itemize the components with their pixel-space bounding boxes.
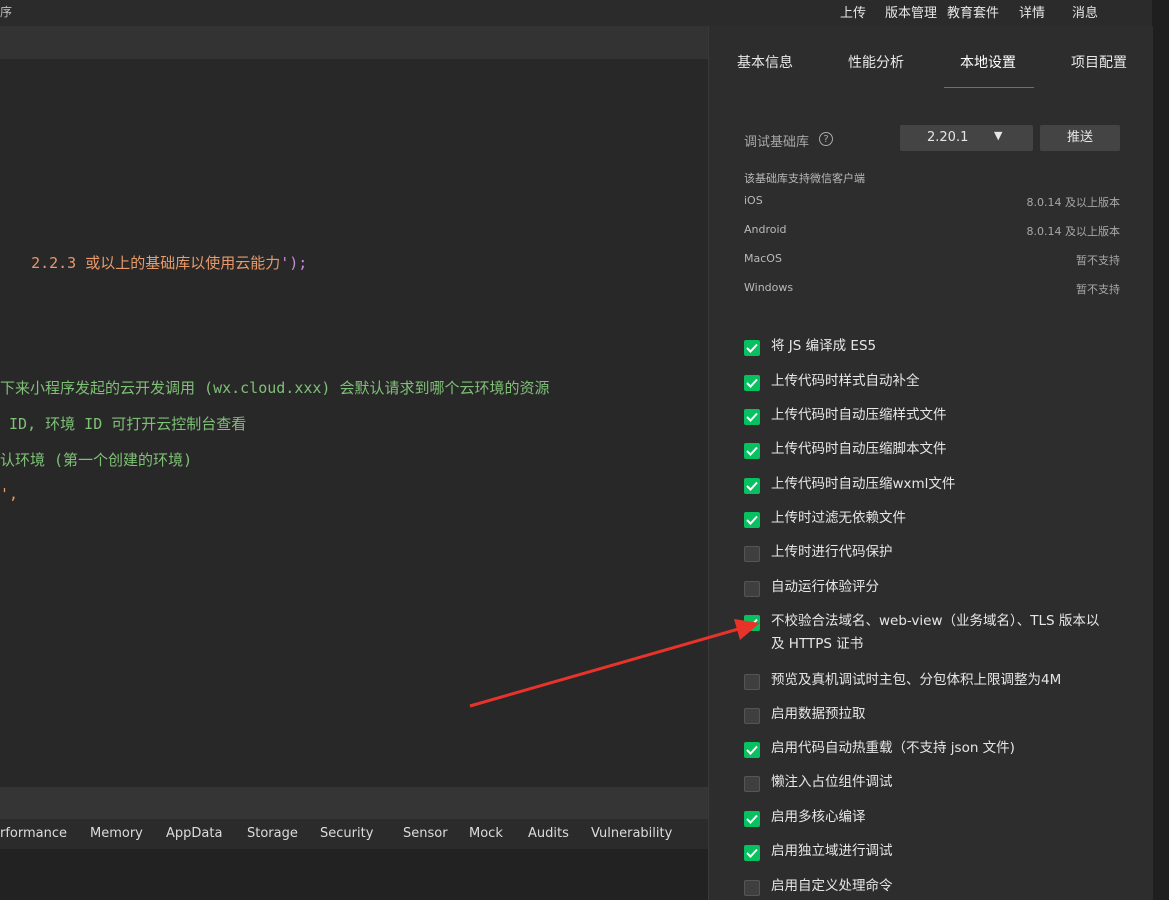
- tab-project-config[interactable]: 项目配置: [1071, 52, 1127, 72]
- platform-label: MacOS: [744, 252, 782, 265]
- option-checkbox[interactable]: [744, 880, 760, 896]
- code-editor[interactable]: [0, 26, 708, 787]
- option-checkbox[interactable]: [744, 674, 760, 690]
- app-title-fragment: 序: [0, 5, 13, 19]
- check-icon: [746, 745, 758, 755]
- code-line: 认环境 (第一个创建的环境): [0, 451, 193, 469]
- option-checkbox[interactable]: [744, 409, 760, 425]
- option-label[interactable]: 上传时过滤无依赖文件: [771, 507, 1101, 530]
- check-icon: [746, 848, 758, 858]
- option-label[interactable]: 不校验合法域名、web-view（业务域名）、TLS 版本以及 HTTPS 证书: [771, 610, 1101, 656]
- tab-local-settings[interactable]: 本地设置: [960, 52, 1016, 72]
- option-checkbox[interactable]: [744, 546, 760, 562]
- window-edge: [1152, 0, 1169, 900]
- option-label[interactable]: 启用独立域进行调试: [771, 840, 1101, 863]
- code-line: ',: [0, 485, 19, 503]
- tab-performance-analysis[interactable]: 性能分析: [848, 52, 904, 72]
- tab-audits[interactable]: Audits: [528, 826, 569, 841]
- code-line: ID, 环境 ID 可打开云控制台查看: [0, 415, 247, 433]
- check-icon: [746, 446, 758, 456]
- option-checkbox[interactable]: [744, 478, 760, 494]
- code-line: 2.2.3 或以上的基础库以使用云能力');: [31, 254, 308, 272]
- option-checkbox[interactable]: [744, 340, 760, 356]
- option-label[interactable]: 上传代码时自动压缩wxml文件: [771, 473, 1101, 496]
- option-checkbox[interactable]: [744, 811, 760, 827]
- code-line: 下来小程序发起的云开发调用 (wx.cloud.xxx) 会默认请求到哪个云环境…: [0, 379, 550, 397]
- check-icon: [746, 515, 758, 525]
- option-label[interactable]: 自动运行体验评分: [771, 576, 1101, 599]
- option-checkbox[interactable]: [744, 375, 760, 391]
- option-label[interactable]: 懒注入占位组件调试: [771, 771, 1101, 794]
- option-label[interactable]: 启用代码自动热重载（不支持 json 文件): [771, 737, 1101, 760]
- platform-support-value: 8.0.14 及以上版本: [1026, 196, 1120, 209]
- platform-support-value: 8.0.14 及以上版本: [1026, 225, 1120, 238]
- option-checkbox[interactable]: [744, 776, 760, 792]
- option-label[interactable]: 上传代码时自动压缩脚本文件: [771, 438, 1101, 461]
- option-checkbox[interactable]: [744, 708, 760, 724]
- upload-button[interactable]: 上传: [840, 2, 866, 21]
- platform-label: iOS: [744, 194, 763, 207]
- tab-performance[interactable]: rformance: [0, 826, 67, 841]
- tab-appdata[interactable]: AppData: [166, 826, 222, 841]
- tab-security[interactable]: Security: [320, 826, 373, 841]
- tab-mock[interactable]: Mock: [469, 826, 503, 841]
- check-icon: [746, 481, 758, 491]
- chevron-down-icon: ▼: [994, 129, 1003, 142]
- option-label[interactable]: 上传代码时样式自动补全: [771, 370, 1101, 393]
- platform-label: Windows: [744, 281, 794, 294]
- option-label[interactable]: 上传时进行代码保护: [771, 541, 1101, 564]
- option-checkbox[interactable]: [744, 512, 760, 528]
- option-label[interactable]: 预览及真机调试时主包、分包体积上限调整为4M: [771, 669, 1101, 692]
- debug-lib-label: 调试基础库: [744, 135, 810, 150]
- editor-tab-bar: [0, 26, 708, 59]
- version-manage-button[interactable]: 版本管理: [885, 2, 937, 21]
- active-tab-indicator: [944, 87, 1034, 88]
- check-icon: [746, 412, 758, 422]
- messages-button[interactable]: 消息: [1072, 2, 1098, 21]
- option-checkbox[interactable]: [744, 443, 760, 459]
- check-icon: [746, 378, 758, 388]
- option-checkbox[interactable]: [744, 742, 760, 758]
- tab-sensor[interactable]: Sensor: [403, 826, 448, 841]
- education-kit-button[interactable]: 教育套件: [947, 2, 999, 21]
- platform-support-value: 暂不支持: [1076, 283, 1120, 296]
- tab-storage[interactable]: Storage: [247, 826, 298, 841]
- version-select[interactable]: 2.20.1 ▼: [900, 125, 1033, 151]
- platform-label: Android: [744, 223, 787, 236]
- option-label[interactable]: 启用多核心编译: [771, 806, 1101, 829]
- devtools-panel: [0, 849, 708, 900]
- details-button[interactable]: 详情: [1019, 2, 1045, 21]
- help-icon[interactable]: ?: [819, 132, 833, 146]
- tab-memory[interactable]: Memory: [90, 826, 143, 841]
- option-checkbox[interactable]: [744, 845, 760, 861]
- check-icon: [746, 343, 758, 353]
- platform-support-value: 暂不支持: [1076, 254, 1120, 267]
- check-icon: [746, 618, 758, 628]
- tab-basic-info[interactable]: 基本信息: [737, 52, 793, 72]
- details-panel: [708, 26, 1153, 900]
- option-label[interactable]: 启用自定义处理命令: [771, 875, 1101, 898]
- tab-vulnerability[interactable]: Vulnerability: [591, 826, 672, 841]
- option-checkbox[interactable]: [744, 581, 760, 597]
- check-icon: [746, 814, 758, 824]
- devtools-header[interactable]: [0, 787, 708, 819]
- support-heading: 该基础库支持微信客户端: [744, 172, 865, 185]
- push-button[interactable]: 推送: [1040, 125, 1120, 151]
- version-value: 2.20.1: [927, 130, 969, 145]
- option-label[interactable]: 上传代码时自动压缩样式文件: [771, 404, 1101, 427]
- option-checkbox[interactable]: [744, 615, 760, 631]
- option-label[interactable]: 将 JS 编译成 ES5: [771, 335, 1101, 358]
- option-label[interactable]: 启用数据预拉取: [771, 703, 1101, 726]
